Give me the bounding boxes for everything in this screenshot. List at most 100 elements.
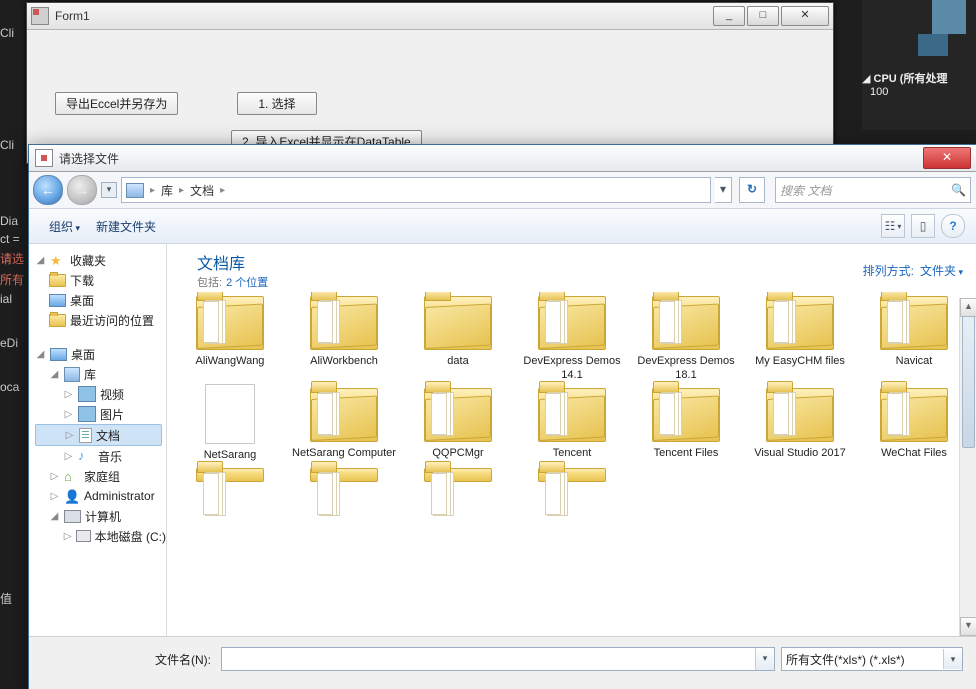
file-item-label: DevExpress Demos 18.1 bbox=[633, 354, 739, 382]
tree-recent[interactable]: 最近访问的位置 bbox=[70, 312, 154, 329]
scroll-up-button[interactable]: ▲ bbox=[960, 298, 976, 317]
file-item[interactable] bbox=[405, 468, 511, 486]
breadcrumb-sep-icon[interactable]: ▸ bbox=[179, 185, 184, 196]
file-item[interactable] bbox=[177, 468, 283, 486]
tree-music[interactable]: 音乐 bbox=[98, 448, 122, 465]
dialog-close-button[interactable]: ✕ bbox=[923, 147, 971, 169]
search-input[interactable]: 搜索 文档 🔍 bbox=[775, 177, 971, 203]
file-item[interactable]: AliWorkbench bbox=[291, 296, 397, 382]
tree-downloads[interactable]: 下载 bbox=[70, 272, 94, 289]
address-dropdown[interactable]: ▾ bbox=[715, 177, 732, 203]
breadcrumb-sep-icon[interactable]: ▸ bbox=[220, 185, 225, 196]
file-item[interactable]: NetSarang bbox=[177, 388, 283, 462]
file-item[interactable]: data bbox=[405, 296, 511, 382]
form1-titlebar[interactable]: Form1 _ □ ✕ bbox=[27, 3, 833, 30]
tree-videos[interactable]: 视频 bbox=[100, 386, 124, 403]
filename-input[interactable] bbox=[222, 648, 755, 670]
file-item[interactable]: Tencent Files bbox=[633, 388, 739, 462]
breadcrumb-documents[interactable]: 文档 bbox=[190, 182, 214, 199]
minimize-button[interactable]: _ bbox=[713, 6, 745, 26]
tree-desktop-fav[interactable]: 桌面 bbox=[70, 292, 94, 309]
close-button[interactable]: ✕ bbox=[781, 6, 829, 26]
filetype-filter-label: 所有文件(*xls*) (*.xls*) bbox=[786, 651, 905, 668]
search-icon[interactable]: 🔍 bbox=[951, 183, 966, 197]
folder-icon bbox=[196, 468, 264, 482]
file-item-label: My EasyCHM files bbox=[747, 354, 853, 368]
libraries-icon bbox=[64, 367, 80, 382]
tree-desktop[interactable]: 桌面 bbox=[71, 346, 95, 363]
file-item[interactable]: DevExpress Demos 18.1 bbox=[633, 296, 739, 382]
file-item[interactable]: AliWangWang bbox=[177, 296, 283, 382]
maximize-button[interactable]: □ bbox=[747, 6, 779, 26]
organize-menu[interactable]: 组织 bbox=[41, 214, 88, 239]
tree-twisty-icon[interactable]: ▷ bbox=[63, 451, 74, 462]
tree-twisty-icon[interactable]: ▷ bbox=[49, 491, 60, 502]
view-mode-dropdown[interactable]: ☷▾ bbox=[881, 214, 905, 238]
tree-twisty-icon[interactable]: ◢ bbox=[49, 369, 60, 380]
tree-favorites[interactable]: 收藏夹 bbox=[70, 252, 106, 269]
file-item[interactable]: Navicat bbox=[861, 296, 967, 382]
tree-twisty-icon[interactable]: ▷ bbox=[63, 531, 72, 542]
tree-twisty-icon[interactable]: ◢ bbox=[49, 511, 60, 522]
navigation-tree[interactable]: ◢★收藏夹 下载 桌面 最近访问的位置 ◢桌面 ◢库 ▷视频 ▷图片 ▷文档 ▷… bbox=[29, 244, 167, 636]
export-excel-button[interactable]: 导出Eccel并另存为 bbox=[55, 92, 178, 115]
tree-twisty-icon[interactable]: ▷ bbox=[64, 430, 75, 441]
tree-drive-c[interactable]: 本地磁盘 (C:) bbox=[95, 528, 166, 545]
file-item[interactable]: My EasyCHM files bbox=[747, 296, 853, 382]
filter-dropdown-button[interactable]: ▾ bbox=[943, 649, 962, 669]
homegroup-icon: ⌂ bbox=[64, 469, 80, 483]
tree-homegroup[interactable]: 家庭组 bbox=[84, 468, 120, 485]
tree-twisty-icon[interactable]: ◢ bbox=[35, 255, 46, 266]
help-button[interactable]: ? bbox=[941, 214, 965, 238]
nav-back-button[interactable]: ← bbox=[33, 175, 63, 205]
tree-twisty-icon[interactable]: ▷ bbox=[63, 389, 74, 400]
scroll-down-button[interactable]: ▼ bbox=[960, 617, 976, 636]
filename-dropdown-button[interactable]: ▾ bbox=[755, 648, 774, 670]
filetype-filter-dropdown[interactable]: 所有文件(*xls*) (*.xls*) ▾ bbox=[781, 647, 963, 671]
tree-computer[interactable]: 计算机 bbox=[85, 508, 121, 525]
search-placeholder: 搜索 文档 bbox=[780, 182, 831, 199]
tree-libraries[interactable]: 库 bbox=[84, 366, 96, 383]
nav-history-dropdown[interactable]: ▾ bbox=[101, 182, 117, 198]
file-item[interactable]: DevExpress Demos 14.1 bbox=[519, 296, 625, 382]
cpu-box-icon bbox=[918, 34, 948, 56]
breadcrumb-sep-icon[interactable]: ▸ bbox=[150, 185, 155, 196]
refresh-button[interactable]: ↻ bbox=[739, 177, 765, 203]
tree-administrator[interactable]: Administrator bbox=[84, 489, 155, 503]
file-item[interactable]: QQPCMgr bbox=[405, 388, 511, 462]
file-item[interactable]: NetSarang Computer bbox=[291, 388, 397, 462]
file-grid[interactable]: AliWangWang AliWorkbench data DevExpress De… bbox=[167, 292, 976, 636]
preview-pane-toggle[interactable]: ▯ bbox=[911, 214, 935, 238]
desktop-icon bbox=[50, 348, 67, 361]
arrange-by-value[interactable]: 文件夹 bbox=[920, 262, 963, 279]
arrange-by[interactable]: 排列方式: 文件夹 bbox=[863, 262, 963, 279]
file-item[interactable] bbox=[519, 468, 625, 486]
file-item-label: DevExpress Demos 14.1 bbox=[519, 354, 625, 382]
user-icon: 👤 bbox=[64, 489, 80, 503]
filename-combobox[interactable]: ▾ bbox=[221, 647, 775, 671]
library-title: 文档库 bbox=[197, 250, 957, 274]
address-bar[interactable]: ▸ 库 ▸ 文档 ▸ bbox=[121, 177, 711, 203]
nav-forward-button[interactable]: → bbox=[67, 175, 97, 205]
library-locations-link[interactable]: 2 个位置 bbox=[226, 274, 268, 290]
scrollbar[interactable]: ▲ ▼ bbox=[959, 298, 976, 636]
select-button[interactable]: 1. 选择 bbox=[237, 92, 317, 115]
file-item-label: AliWorkbench bbox=[291, 354, 397, 368]
file-item[interactable] bbox=[291, 468, 397, 486]
file-item[interactable]: WeChat Files bbox=[861, 388, 967, 462]
winforms-app-icon bbox=[31, 7, 49, 25]
file-item[interactable]: Visual Studio 2017 bbox=[747, 388, 853, 462]
tree-twisty-icon[interactable]: ▷ bbox=[49, 471, 60, 482]
folder-icon bbox=[652, 296, 720, 350]
tree-twisty-icon[interactable]: ▷ bbox=[63, 409, 74, 420]
dialog-titlebar[interactable]: 请选择文件 ✕ bbox=[29, 145, 976, 172]
folder-icon bbox=[310, 468, 378, 482]
new-folder-button[interactable]: 新建文件夹 bbox=[88, 214, 164, 239]
tree-pictures[interactable]: 图片 bbox=[100, 406, 124, 423]
tree-documents[interactable]: 文档 bbox=[96, 427, 120, 444]
file-item-label: data bbox=[405, 354, 511, 368]
file-item[interactable]: Tencent bbox=[519, 388, 625, 462]
scroll-thumb[interactable] bbox=[962, 316, 975, 448]
tree-twisty-icon[interactable]: ◢ bbox=[35, 349, 46, 360]
breadcrumb-libraries[interactable]: 库 bbox=[161, 182, 173, 199]
